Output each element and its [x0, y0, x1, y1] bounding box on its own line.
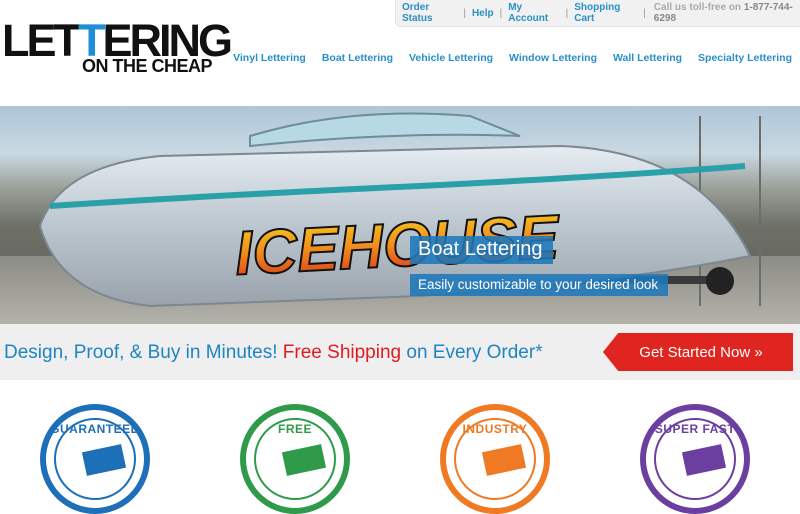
hero-subtitle: Easily customizable to your desired look — [410, 274, 669, 296]
hero-banner[interactable]: ICEHOUSE Boat Lettering Easily customiza… — [0, 106, 800, 324]
badges-row: GUARANTEED FREE INDUSTRY SUPER FAST — [0, 380, 800, 514]
logo-text-part: LET — [2, 15, 81, 66]
nav-specialty-lettering[interactable]: Specialty Lettering — [698, 52, 792, 64]
shopping-cart-link[interactable]: Shopping Cart — [568, 2, 643, 24]
site-logo[interactable]: LETTERING ON THE CHEAP — [2, 18, 247, 78]
badge-industry: INDUSTRY — [440, 404, 550, 514]
badge-label: INDUSTRY — [462, 422, 528, 436]
my-account-link[interactable]: My Account — [502, 2, 565, 24]
badge-label: FREE — [277, 422, 312, 436]
phone-prefix: Call us toll-free on — [653, 2, 742, 13]
help-link[interactable]: Help — [466, 8, 500, 19]
promo-text: Design, Proof, & Buy in Minutes! Free Sh… — [4, 342, 543, 364]
trailer-wheel — [706, 267, 734, 295]
utility-bar: Order Status | Help | My Account | Shopp… — [395, 0, 800, 27]
order-status-link[interactable]: Order Status — [396, 2, 463, 24]
nav-wall-lettering[interactable]: Wall Lettering — [613, 52, 682, 64]
phone-info: Call us toll-free on 1-877-744-6298 — [646, 2, 800, 24]
logo-subtitle: ON THE CHEAP — [82, 56, 213, 76]
promo-part3: on Every Order* — [406, 342, 543, 363]
nav-boat-lettering[interactable]: Boat Lettering — [322, 52, 393, 64]
promo-part1: Design, Proof, & Buy in Minutes! — [4, 342, 278, 363]
badge-free: FREE — [240, 404, 350, 514]
boat-image: ICEHOUSE — [38, 112, 761, 308]
hero-title: Boat Lettering — [410, 236, 553, 264]
badge-label: GUARANTEED — [50, 422, 140, 436]
nav-vinyl-lettering[interactable]: Vinyl Lettering — [233, 52, 306, 64]
badge-super-fast: SUPER FAST — [640, 404, 750, 514]
main-nav: Vinyl Lettering Boat Lettering Vehicle L… — [233, 52, 792, 64]
badge-label: SUPER FAST — [654, 422, 736, 436]
get-started-button[interactable]: Get Started Now » — [603, 333, 793, 371]
nav-vehicle-lettering[interactable]: Vehicle Lettering — [409, 52, 493, 64]
nav-window-lettering[interactable]: Window Lettering — [509, 52, 597, 64]
promo-free-shipping: Free Shipping — [282, 342, 402, 363]
windshield — [249, 112, 521, 148]
badge-guaranteed: GUARANTEED — [40, 404, 150, 514]
